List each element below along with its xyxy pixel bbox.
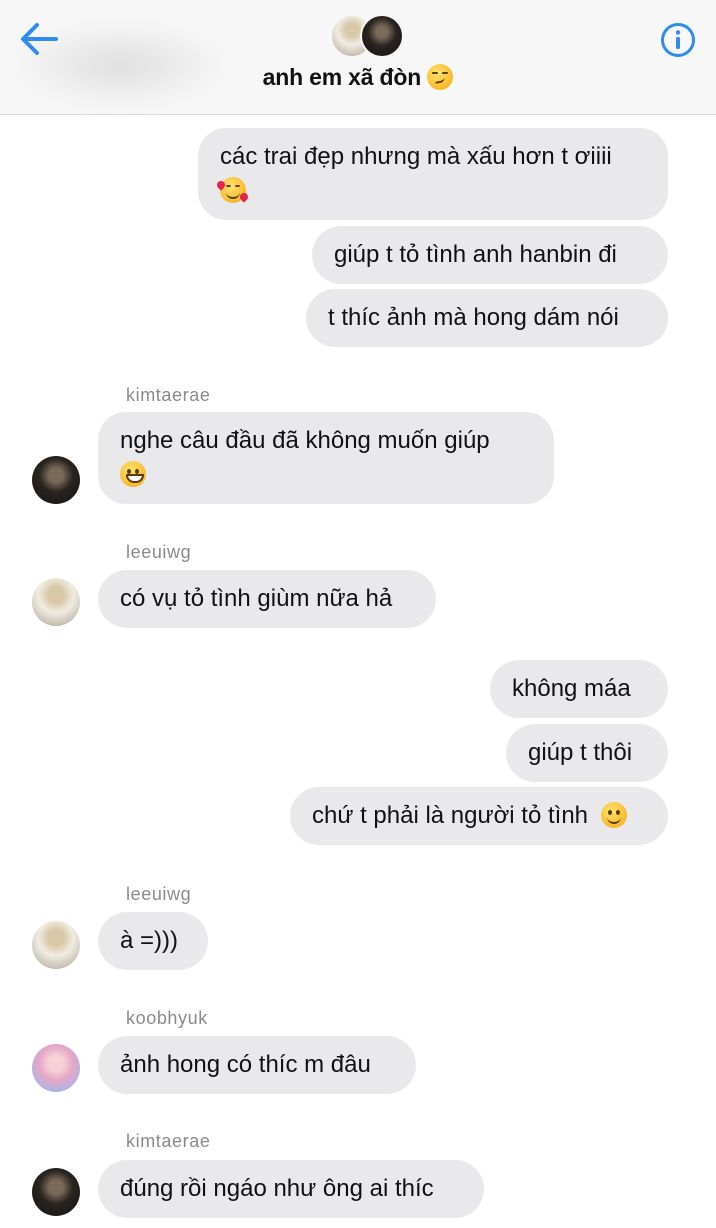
sender-name: leeuiwg xyxy=(126,884,192,904)
outgoing-message-bubble[interactable]: giúp t thôi xyxy=(506,724,668,782)
incoming-message-bubble[interactable]: đúng rồi ngáo như ông ai thíc xyxy=(98,1160,484,1218)
smirking-face-emoji xyxy=(427,64,454,90)
group-member-avatar xyxy=(360,14,404,58)
group-avatar[interactable] xyxy=(330,14,404,58)
outgoing-message-bubble[interactable]: chứ t phải là người tỏ tình xyxy=(290,787,668,845)
back-button[interactable] xyxy=(18,20,60,58)
smiling-face-with-hearts-emoji xyxy=(215,177,250,203)
chat-header: anh em xã đòn xyxy=(0,0,716,115)
info-button[interactable] xyxy=(660,22,696,58)
outgoing-message-bubble[interactable]: giúp t tỏ tình anh hanbin đi xyxy=(312,226,668,284)
message-text: có vụ tỏ tình giùm nữa hả xyxy=(120,585,393,612)
sender-avatar[interactable] xyxy=(32,578,80,626)
sender-name: kimtaerae xyxy=(126,385,211,405)
back-arrow-icon xyxy=(21,23,58,55)
incoming-message-bubble[interactable]: à =))) xyxy=(98,912,208,970)
message-text: giúp t thôi xyxy=(528,739,633,766)
sender-avatar[interactable] xyxy=(32,1044,80,1092)
incoming-message-bubble[interactable]: có vụ tỏ tình giùm nữa hả xyxy=(98,570,436,628)
outgoing-message-bubble[interactable]: t thíc ảnh mà hong dám nói xyxy=(306,289,668,347)
sender-avatar[interactable] xyxy=(32,921,80,969)
sender-name: kimtaerae xyxy=(126,1131,211,1151)
outgoing-message-bubble[interactable]: không máa xyxy=(490,660,668,718)
incoming-message-bubble[interactable]: ảnh hong có thíc m đâu xyxy=(98,1036,416,1094)
message-text: giúp t tỏ tình anh hanbin đi xyxy=(334,241,617,268)
outgoing-message-bubble[interactable]: các trai đẹp nhưng mà xấu hơn t ơiiii xyxy=(198,128,668,220)
message-text: à =))) xyxy=(120,927,179,954)
message-text: ảnh hong có thíc m đâu xyxy=(120,1051,371,1078)
conversation-title-text: anh em xã đòn xyxy=(262,64,422,90)
message-text: đúng rồi ngáo như ông ai thíc xyxy=(120,1175,434,1202)
incoming-message-bubble[interactable]: nghe câu đầu đã không muốn giúp xyxy=(98,412,554,504)
sender-avatar[interactable] xyxy=(32,456,80,504)
message-text: các trai đẹp nhưng mà xấu hơn t ơiiii xyxy=(220,143,612,170)
message-text: không máa xyxy=(512,675,631,702)
grinning-face-emoji xyxy=(120,461,146,487)
message-text: chứ t phải là người tỏ tình xyxy=(312,802,589,829)
slightly-smiling-face-emoji xyxy=(600,802,627,828)
sender-name: leeuiwg xyxy=(126,542,192,562)
info-icon xyxy=(661,23,695,57)
sender-name: koobhyuk xyxy=(126,1008,208,1028)
conversation-title[interactable]: anh em xã đòn xyxy=(0,64,716,91)
message-text: t thíc ảnh mà hong dám nói xyxy=(328,304,619,331)
message-text: nghe câu đầu đã không muốn giúp xyxy=(120,427,490,454)
sender-avatar[interactable] xyxy=(32,1168,80,1216)
